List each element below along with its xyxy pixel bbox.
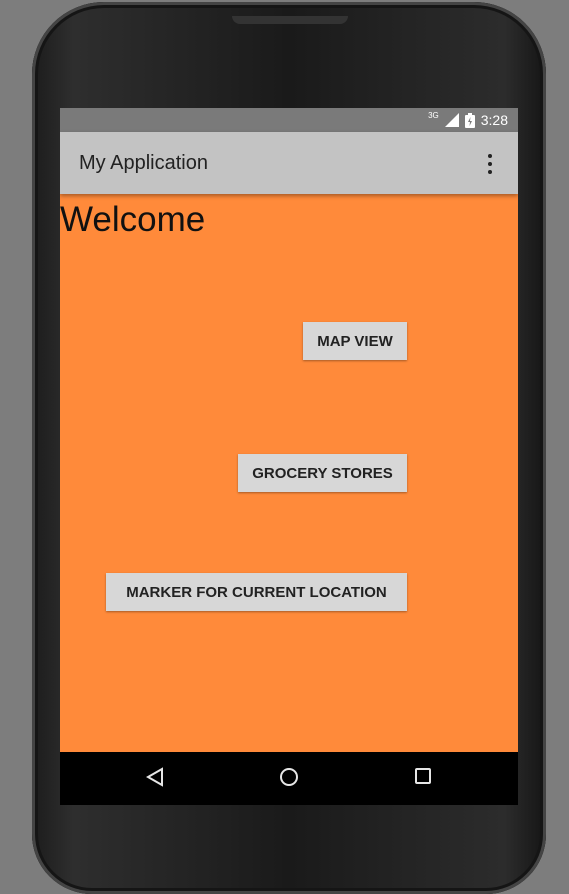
earpiece-speaker: [232, 16, 348, 24]
device-screen: 3G 3:28 My Application Welcome MAP VIEW …: [60, 108, 518, 805]
overflow-menu-icon[interactable]: [484, 152, 496, 176]
battery-icon: [464, 112, 475, 128]
navigation-bar: [60, 752, 518, 805]
status-time: 3:28: [480, 112, 508, 128]
status-bar: 3G 3:28: [60, 108, 518, 132]
welcome-heading: Welcome: [60, 200, 206, 239]
marker-current-location-button[interactable]: MARKER FOR CURRENT LOCATION: [106, 573, 407, 611]
signal-icon: [444, 113, 459, 127]
app-title: My Application: [79, 152, 208, 174]
network-type: 3G: [428, 110, 439, 120]
home-icon[interactable]: [279, 767, 299, 792]
recents-icon[interactable]: [414, 767, 432, 790]
back-icon[interactable]: [145, 767, 164, 792]
grocery-stores-button[interactable]: GROCERY STORES: [238, 454, 407, 492]
status-icons: 3G 3:28: [428, 111, 508, 129]
map-view-button[interactable]: MAP VIEW: [303, 322, 407, 360]
app-bar: My Application: [60, 132, 518, 194]
